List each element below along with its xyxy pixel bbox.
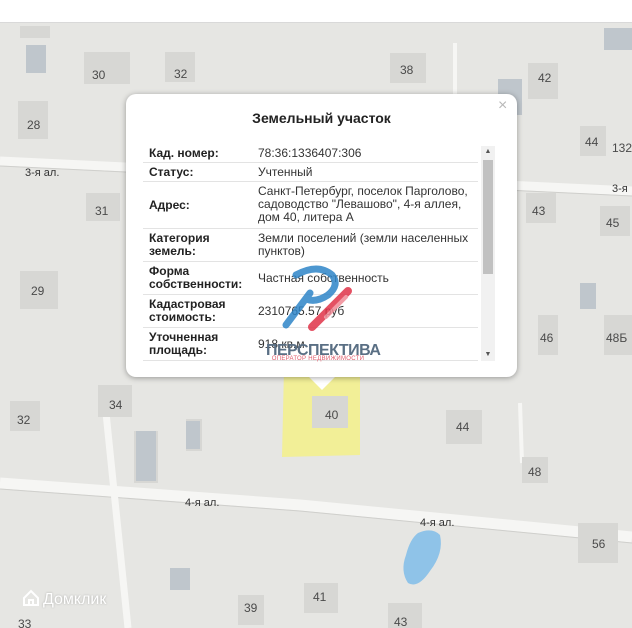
house-number: 43	[394, 615, 408, 628]
house-number: 40	[325, 408, 339, 422]
row-key: Кадастровая стоимость:	[149, 297, 226, 324]
table-row: Адрес: Санкт-Петербург, поселок Парголов…	[143, 182, 478, 229]
house-number: 32	[17, 413, 31, 427]
popup-scrollbar[interactable]: ▲ ▼	[481, 146, 495, 361]
house-number: 42	[538, 71, 552, 85]
house-number: 45	[606, 216, 620, 230]
popup-pointer	[309, 377, 335, 390]
street-label: 3-я	[612, 183, 628, 195]
popup-title: Земельный участок	[252, 110, 391, 126]
watermark-subtext: ОПЕРАТОР НЕДВИЖИМОСТИ	[271, 356, 365, 362]
street-label: 4-я ал.	[185, 497, 220, 509]
house-number: 38	[400, 63, 414, 77]
scroll-up-icon[interactable]: ▲	[481, 146, 495, 158]
house-number: 33	[18, 617, 32, 628]
table-row: Категория земель: Земли поселений (земли…	[143, 229, 478, 262]
house-number: 46	[540, 331, 554, 345]
house-number: 56	[592, 537, 606, 551]
house-number: 32	[174, 67, 188, 81]
house-icon	[23, 589, 39, 606]
row-key: Статус:	[149, 165, 194, 179]
house-number: 44	[585, 135, 599, 149]
row-value: Учтенный	[258, 165, 313, 179]
house-number: 34	[109, 398, 123, 412]
street-label: 3-я ал.	[25, 167, 60, 179]
house-number: 44	[456, 420, 470, 434]
scroll-down-icon[interactable]: ▼	[481, 349, 495, 361]
house-number: 132	[612, 141, 632, 155]
brand-name: Домклик	[43, 591, 107, 608]
house-number: 48	[528, 465, 542, 479]
house-number: 48Б	[606, 331, 628, 345]
row-key: Кад. номер:	[149, 146, 219, 160]
row-key: Адрес:	[149, 198, 190, 212]
domclick-logo: Домклик	[22, 589, 106, 609]
house-number: 28	[27, 118, 41, 132]
row-value: 78:36:1336407:306	[258, 146, 362, 160]
row-key: Форма собственности:	[149, 264, 243, 291]
house-number: 29	[31, 284, 45, 298]
house-number: 39	[244, 601, 258, 615]
table-row: Статус: Учтенный	[143, 163, 478, 182]
house-number: 31	[95, 204, 109, 218]
scrollbar-thumb[interactable]	[483, 160, 493, 274]
house-number: 43	[532, 204, 546, 218]
top-bar	[0, 0, 632, 23]
house-number: 30	[92, 68, 106, 82]
row-key: Категория земель:	[149, 231, 210, 258]
row-value: Санкт-Петербург, поселок Парголово, садо…	[258, 184, 468, 224]
street-label: 4-я ал.	[420, 517, 455, 529]
row-value: Земли поселений (земли населенных пункто…	[258, 231, 469, 258]
house-number: 41	[313, 590, 327, 604]
row-key: Уточненная площадь:	[149, 330, 219, 357]
table-row: Кад. номер: 78:36:1336407:306	[143, 144, 478, 163]
